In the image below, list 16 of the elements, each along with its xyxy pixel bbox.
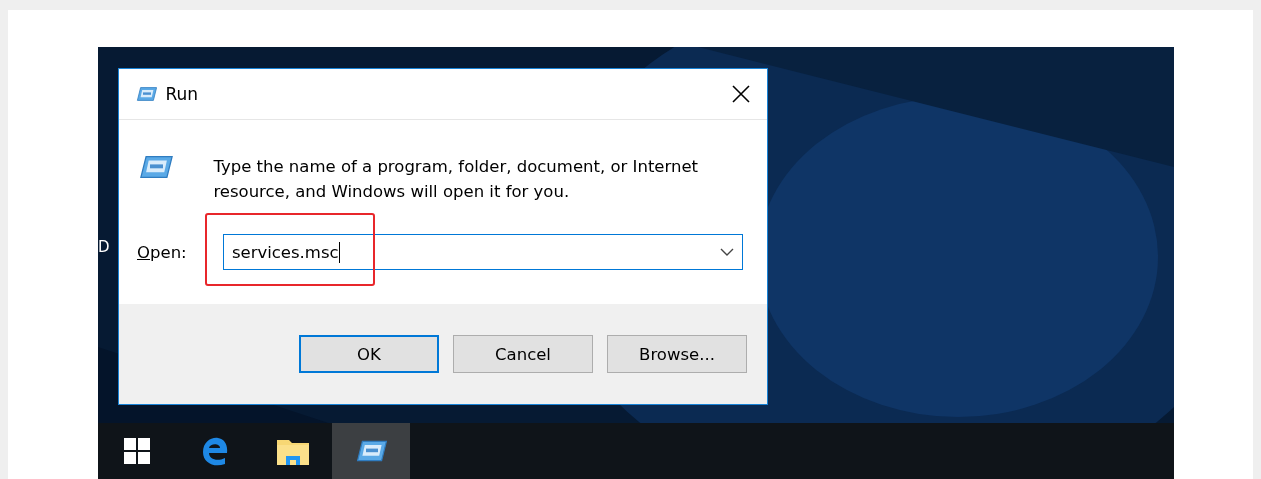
run-icon <box>137 154 174 180</box>
dialog-button[interactable]: Browse... <box>607 335 747 373</box>
taskbar-item[interactable] <box>332 423 410 479</box>
open-field[interactable]: services.msc <box>222 234 743 270</box>
open-label: Open: <box>137 242 188 262</box>
dialog-button[interactable]: Cancel <box>453 335 593 373</box>
dialog-button[interactable]: OK <box>299 335 439 373</box>
windows-logo-icon <box>124 438 150 464</box>
desktop-icon-label: D <box>98 238 111 256</box>
dropdown-chevron-icon[interactable] <box>720 248 734 256</box>
run-icon <box>135 86 158 102</box>
run-icon <box>354 439 388 463</box>
close-icon <box>732 85 750 103</box>
instruction-text: Type the name of a program, folder, document, or Internet resource, and Windows will open it for you. <box>213 156 700 203</box>
open-value: services.msc <box>231 241 341 263</box>
window-title: Run <box>165 84 199 104</box>
